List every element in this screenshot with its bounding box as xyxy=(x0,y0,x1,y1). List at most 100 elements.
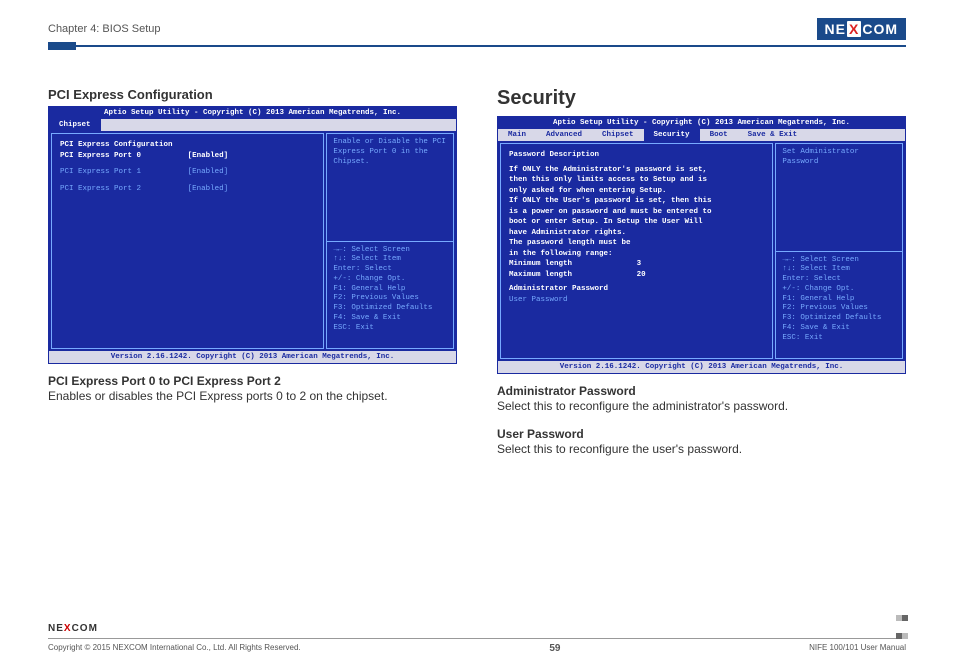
footer-logo: NEXCOM xyxy=(48,623,906,634)
bios-item-admin-password[interactable]: Administrator Password xyxy=(509,284,764,295)
page-footer: NEXCOM Copyright © 2015 NEXCOM Internati… xyxy=(48,623,906,654)
bios-body-line: only asked for when entering Setup. xyxy=(509,186,764,197)
bios-bottom-bar: Version 2.16.1242. Copyright (C) 2013 Am… xyxy=(498,361,905,373)
bios-key: F1: General Help xyxy=(333,285,447,295)
bios-row[interactable]: PCI Express Port 2 [Enabled] xyxy=(60,184,315,195)
bios-body-line: If ONLY the User's password is set, then… xyxy=(509,196,764,207)
bios-heading: Password Description xyxy=(509,150,764,161)
bios-row-label: Maximum length xyxy=(509,270,637,281)
bios-row[interactable]: PCI Express Port 0 [Enabled] xyxy=(60,151,315,162)
bios-body-line: in the following range: xyxy=(509,249,764,260)
tab-security[interactable]: Security xyxy=(644,129,700,141)
tab-boot[interactable]: Boot xyxy=(700,129,738,141)
bios-key: →←: Select Screen xyxy=(333,246,447,256)
header-rule xyxy=(48,45,906,47)
bios-row-value: [Enabled] xyxy=(188,167,316,178)
right-desc2-body: Select this to reconfigure the user's pa… xyxy=(497,441,906,458)
logo-text-pre: NE xyxy=(825,21,846,37)
bios-body: PCI Express Configuration PCI Express Po… xyxy=(49,131,456,351)
logo-text-post: COM xyxy=(862,21,898,37)
footer-logo-x: X xyxy=(64,623,72,634)
bios-key: ↑↓: Select Item xyxy=(333,255,447,265)
chapter-title: Chapter 4: BIOS Setup xyxy=(48,23,161,35)
bios-body-line: The password length must be xyxy=(509,238,764,249)
bios-key: F4: Save & Exit xyxy=(333,314,447,324)
bios-key: F2: Previous Values xyxy=(333,294,447,304)
bios-key: F3: Optimized Defaults xyxy=(782,314,896,324)
side-tab xyxy=(48,42,76,50)
bios-row: Maximum length 20 xyxy=(509,270,764,281)
bios-row-label: PCI Express Port 2 xyxy=(60,184,188,195)
bios-keys: →←: Select Screen ↑↓: Select Item Enter:… xyxy=(775,252,903,360)
footer-manual: NIFE 100/101 User Manual xyxy=(809,643,906,654)
bios-row-value: [Enabled] xyxy=(188,184,316,195)
tab-save-exit[interactable]: Save & Exit xyxy=(738,129,808,141)
footer-rule xyxy=(48,638,906,639)
col-right: Security Aptio Setup Utility - Copyright… xyxy=(497,87,906,470)
tab-advanced[interactable]: Advanced xyxy=(536,129,592,141)
bios-body-line: If ONLY the Administrator's password is … xyxy=(509,165,764,176)
bios-row-label: Minimum length xyxy=(509,259,637,270)
bios-main-panel: Password Description If ONLY the Adminis… xyxy=(500,143,773,359)
page-number: 59 xyxy=(549,643,560,654)
bios-key: F2: Previous Values xyxy=(782,304,896,314)
bios-key: F1: General Help xyxy=(782,295,896,305)
bios-key: F3: Optimized Defaults xyxy=(333,304,447,314)
bios-body-line: boot or enter Setup. In Setup the User W… xyxy=(509,217,764,228)
right-desc1-title: Administrator Password xyxy=(497,384,906,398)
bios-row-value: [Enabled] xyxy=(188,151,316,162)
bios-top-bar: Aptio Setup Utility - Copyright (C) 2013… xyxy=(498,117,905,129)
bios-top-bar: Aptio Setup Utility - Copyright (C) 2013… xyxy=(49,107,456,119)
page-content: PCI Express Configuration Aptio Setup Ut… xyxy=(48,87,906,470)
footer-copyright: Copyright © 2015 NEXCOM International Co… xyxy=(48,643,301,654)
page-header: Chapter 4: BIOS Setup NE X COM xyxy=(48,18,906,43)
bios-window-left: Aptio Setup Utility - Copyright (C) 2013… xyxy=(48,106,457,364)
bios-window-right: Aptio Setup Utility - Copyright (C) 2013… xyxy=(497,116,906,374)
bios-keys: →←: Select Screen ↑↓: Select Item Enter:… xyxy=(326,242,454,350)
bios-key: +/-: Change Opt. xyxy=(782,285,896,295)
logo-x: X xyxy=(847,21,861,37)
bios-tabs: Main Advanced Chipset Security Boot Save… xyxy=(498,129,905,141)
left-title: PCI Express Configuration xyxy=(48,87,457,102)
logo-nexcom: NE X COM xyxy=(817,18,906,40)
bios-main-panel: PCI Express Configuration PCI Express Po… xyxy=(51,133,324,349)
bios-help-text: Enable or Disable the PCI Express Port 0… xyxy=(326,133,454,242)
footer-logo-post: COM xyxy=(72,623,98,634)
bios-key: Enter: Select xyxy=(782,275,896,285)
bios-item-user-password[interactable]: User Password xyxy=(509,295,764,306)
bios-body-line: then this only limits access to Setup an… xyxy=(509,175,764,186)
bios-key: ESC: Exit xyxy=(782,334,896,344)
bios-tabs: Chipset xyxy=(49,119,456,131)
bios-help-text: Set Administrator Password xyxy=(775,143,903,252)
bios-bottom-bar: Version 2.16.1242. Copyright (C) 2013 Am… xyxy=(49,351,456,363)
bios-row: Minimum length 3 xyxy=(509,259,764,270)
bios-key: ESC: Exit xyxy=(333,324,447,334)
bios-heading: PCI Express Configuration xyxy=(60,140,315,151)
bios-key: +/-: Change Opt. xyxy=(333,275,447,285)
bios-row[interactable]: PCI Express Port 1 [Enabled] xyxy=(60,167,315,178)
right-desc2-title: User Password xyxy=(497,427,906,441)
footer-line: Copyright © 2015 NEXCOM International Co… xyxy=(48,643,906,654)
right-desc1-body: Select this to reconfigure the administr… xyxy=(497,398,906,415)
col-left: PCI Express Configuration Aptio Setup Ut… xyxy=(48,87,457,470)
bios-row-label: PCI Express Port 1 xyxy=(60,167,188,178)
bios-key: →←: Select Screen xyxy=(782,256,896,266)
bios-key: Enter: Select xyxy=(333,265,447,275)
corner-mark-icon xyxy=(896,608,908,644)
tab-main[interactable]: Main xyxy=(498,129,536,141)
bios-body-line: have Administrator rights. xyxy=(509,228,764,239)
bios-side-panel: Enable or Disable the PCI Express Port 0… xyxy=(326,133,454,349)
bios-row-label: PCI Express Port 0 xyxy=(60,151,188,162)
tab-chipset[interactable]: Chipset xyxy=(49,119,101,131)
footer-logo-pre: NE xyxy=(48,623,64,634)
right-title: Security xyxy=(497,87,906,110)
bios-side-panel: Set Administrator Password →←: Select Sc… xyxy=(775,143,903,359)
bios-body-line: is a power on password and must be enter… xyxy=(509,207,764,218)
bios-row-value: 3 xyxy=(637,259,765,270)
left-desc-body: Enables or disables the PCI Express port… xyxy=(48,388,457,405)
bios-body: Password Description If ONLY the Adminis… xyxy=(498,141,905,361)
tab-chipset[interactable]: Chipset xyxy=(592,129,644,141)
bios-key: F4: Save & Exit xyxy=(782,324,896,334)
bios-key: ↑↓: Select Item xyxy=(782,265,896,275)
bios-row-value: 20 xyxy=(637,270,765,281)
